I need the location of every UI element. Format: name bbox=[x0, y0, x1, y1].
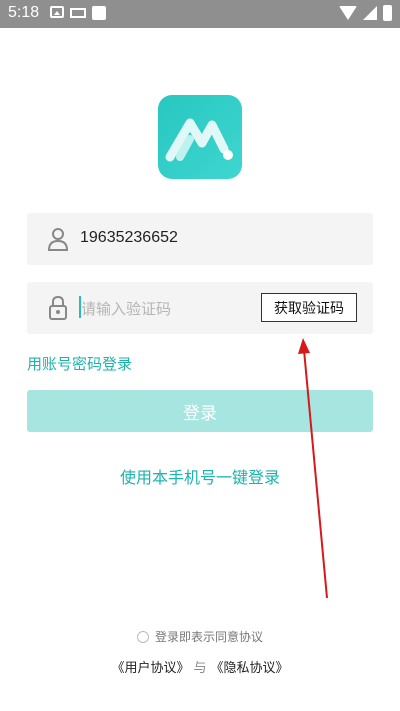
and-text: 与 bbox=[193, 661, 207, 676]
keyboard-notification-icon bbox=[70, 8, 86, 18]
user-icon bbox=[47, 228, 69, 251]
signal-icon bbox=[363, 6, 377, 20]
one-key-login-link[interactable]: 使用本手机号一键登录 bbox=[0, 464, 400, 488]
lock-icon bbox=[49, 295, 67, 320]
user-agreement-link[interactable]: 《用户协议》 bbox=[111, 661, 189, 676]
verification-code-field[interactable]: 请输入验证码 获取验证码 bbox=[27, 282, 373, 334]
phone-field[interactable]: 19635236652 bbox=[27, 213, 373, 265]
phone-input-value: 19635236652 bbox=[80, 229, 178, 246]
get-code-button[interactable]: 获取验证码 bbox=[261, 293, 357, 322]
notification-icons bbox=[50, 6, 106, 20]
system-icons bbox=[339, 5, 392, 21]
status-bar: 5:18 bbox=[0, 0, 400, 28]
status-time: 5:18 bbox=[8, 4, 40, 21]
agreement-links: 《用户协议》与《隐私协议》 bbox=[0, 657, 400, 676]
login-button[interactable]: 登录 bbox=[27, 390, 373, 432]
app-logo bbox=[158, 95, 242, 179]
password-login-link[interactable]: 用账号密码登录 bbox=[27, 353, 132, 374]
wifi-icon bbox=[339, 6, 357, 20]
app-notification-icon bbox=[92, 6, 106, 20]
agreement-row[interactable]: 登录即表示同意协议 bbox=[0, 628, 400, 645]
agree-text: 登录即表示同意协议 bbox=[154, 630, 263, 644]
agree-radio[interactable] bbox=[136, 630, 149, 643]
code-input-placeholder: 请输入验证码 bbox=[81, 300, 172, 318]
image-notification-icon bbox=[50, 6, 64, 18]
battery-icon bbox=[383, 5, 392, 21]
privacy-agreement-link[interactable]: 《隐私协议》 bbox=[211, 661, 289, 676]
